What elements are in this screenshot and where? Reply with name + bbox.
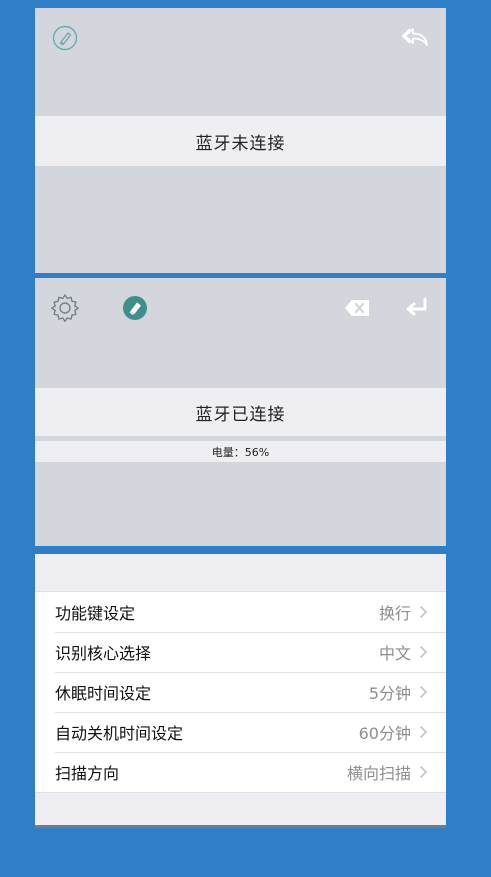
settings-row-function-key[interactable]: 功能键设定 换行	[35, 592, 446, 632]
broom-clean-icon[interactable]	[51, 24, 79, 52]
settings-row-sleep-time[interactable]: 休眠时间设定 5分钟	[35, 672, 446, 712]
settings-row-value: 5分钟	[368, 684, 411, 703]
chevron-right-icon	[419, 645, 428, 659]
chevron-right-icon	[419, 765, 428, 779]
settings-panel: 功能键设定 换行 识别核心选择 中文 休眠时间设定 5分钟 自动关机时间设定 6…	[35, 554, 446, 828]
chevron-right-icon	[419, 605, 428, 619]
chevron-right-icon	[419, 685, 428, 699]
bluetooth-status-connected: 蓝牙已连接	[35, 388, 446, 436]
return-enter-icon[interactable]	[403, 296, 431, 320]
settings-row-value: 换行	[378, 604, 411, 623]
settings-row-label: 扫描方向	[55, 764, 120, 783]
settings-row-label: 识别核心选择	[55, 644, 152, 663]
settings-row-label: 功能键设定	[55, 604, 136, 623]
chevron-right-icon	[419, 725, 428, 739]
settings-row-value: 60分钟	[358, 724, 411, 743]
battery-level: 电量：56%	[35, 441, 446, 462]
settings-row-value: 中文	[378, 644, 411, 663]
settings-row-label: 休眠时间设定	[55, 684, 152, 703]
settings-list: 功能键设定 换行 识别核心选择 中文 休眠时间设定 5分钟 自动关机时间设定 6…	[35, 591, 446, 793]
settings-row-auto-shutdown[interactable]: 自动关机时间设定 60分钟	[35, 712, 446, 752]
connected-panel: 蓝牙已连接 电量：56%	[35, 278, 446, 546]
bluetooth-status-disconnected: 蓝牙未连接	[35, 116, 446, 166]
disconnected-panel: 蓝牙未连接	[35, 8, 446, 273]
settings-row-label: 自动关机时间设定	[55, 724, 184, 743]
settings-row-value: 横向扫描	[346, 764, 411, 783]
reply-back-icon[interactable]	[401, 24, 431, 50]
settings-row-recognition-core[interactable]: 识别核心选择 中文	[35, 632, 446, 672]
settings-row-scan-direction[interactable]: 扫描方向 横向扫描	[35, 752, 446, 792]
gear-icon[interactable]	[49, 292, 81, 324]
backspace-icon[interactable]	[343, 298, 371, 318]
eraser-icon[interactable]	[121, 294, 149, 322]
